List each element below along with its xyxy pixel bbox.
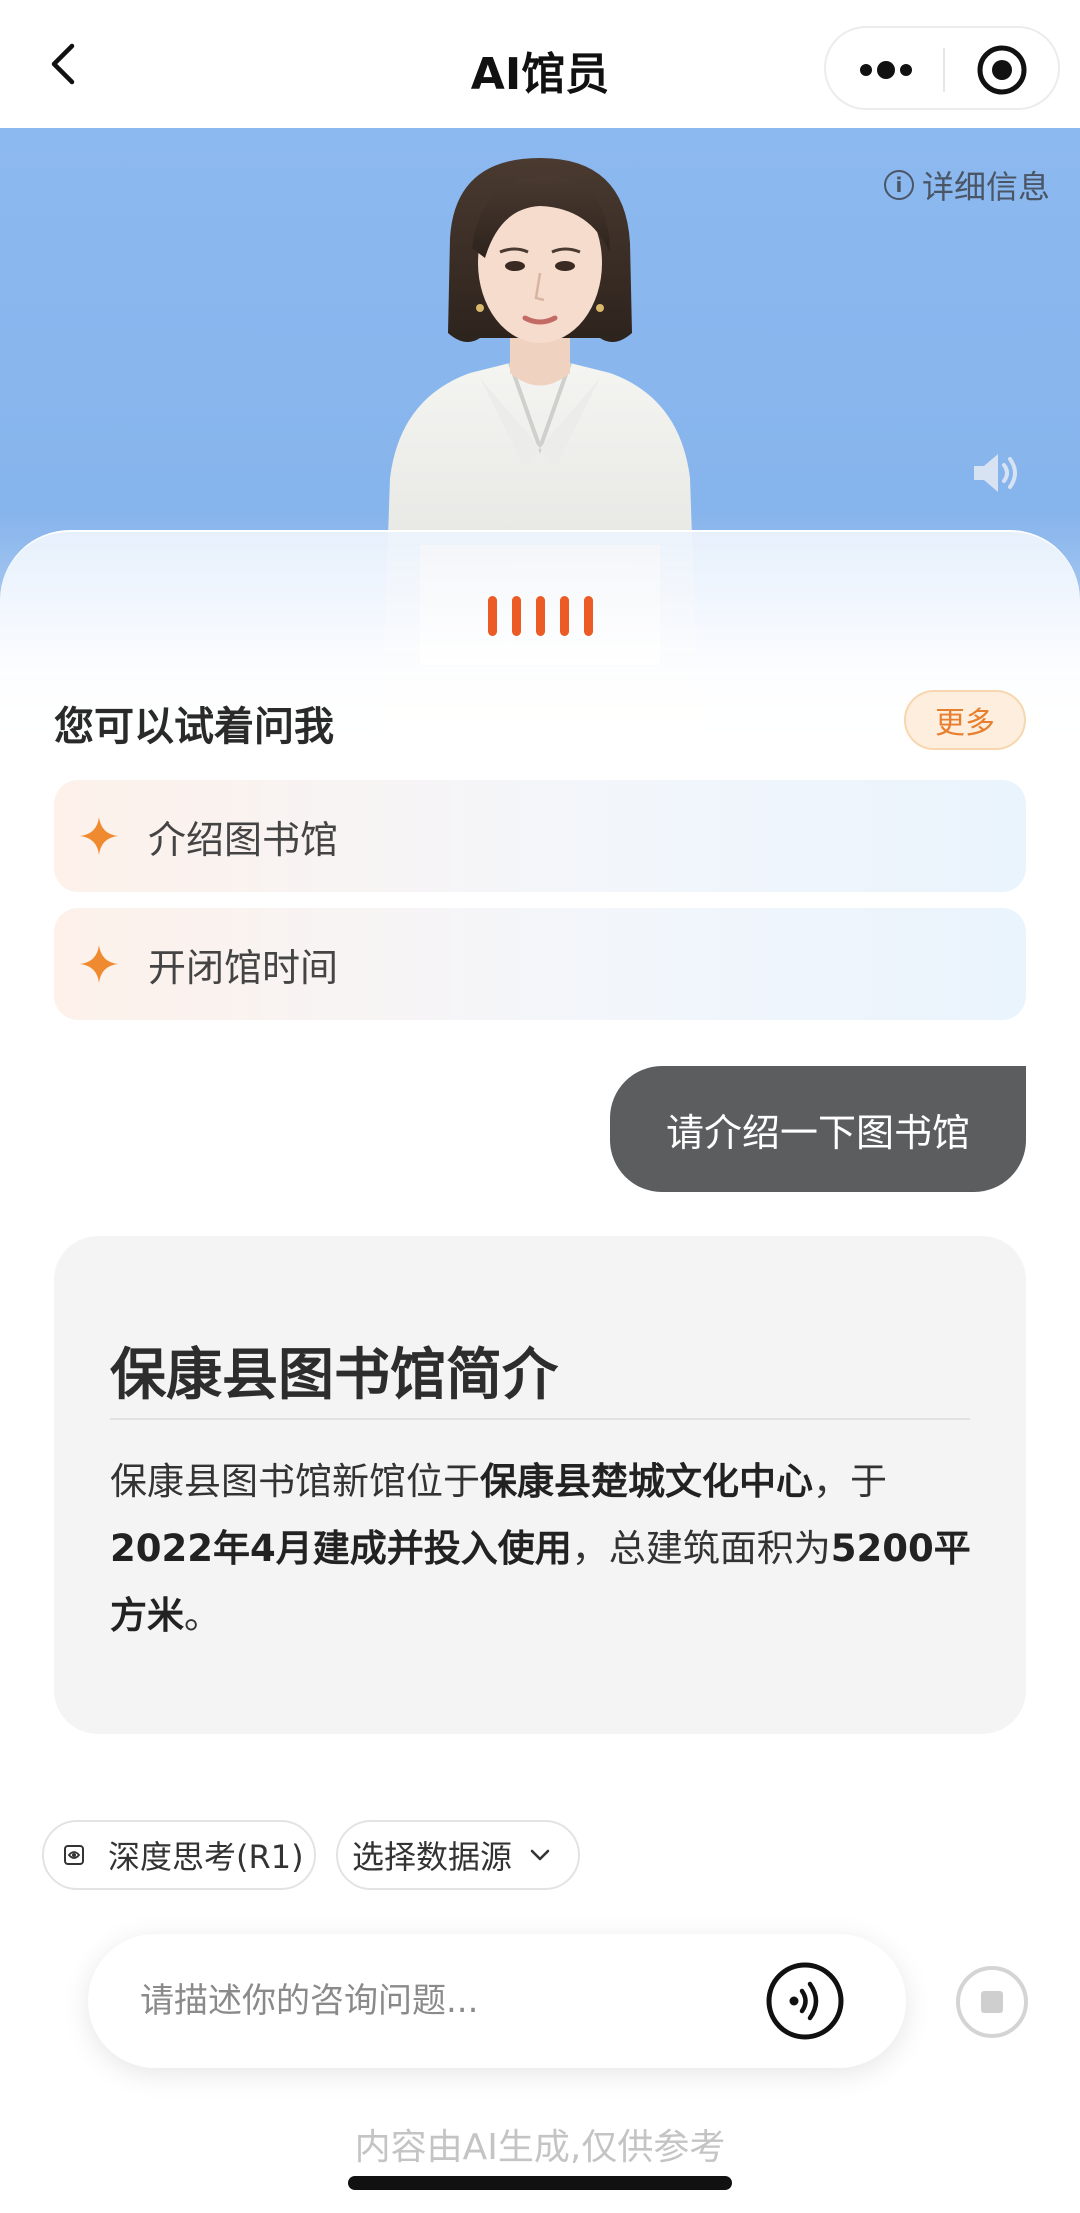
- deep-think-toggle[interactable]: 深度思考(R1): [42, 1820, 316, 1890]
- mini-program-capsule: [824, 26, 1060, 110]
- answer-highlight: 2022年4月建成并投入使用: [110, 1527, 572, 1570]
- stop-icon: [956, 1966, 1028, 2038]
- suggestion-label: 介绍图书馆: [148, 817, 339, 862]
- voice-wave-indicator: [488, 596, 593, 636]
- answer-text: ，总建筑面积为: [571, 1527, 831, 1570]
- ai-disclaimer: 内容由AI生成,仅供参考: [354, 2127, 726, 2168]
- answer-body: 保康县图书馆新馆位于保康县楚城文化中心，于 2022年4月建成并投入使用，总建筑面…: [110, 1448, 980, 1649]
- data-source-select[interactable]: 选择数据源: [336, 1820, 580, 1890]
- message-input-bar: [88, 1934, 906, 2068]
- chevron-down-icon: [530, 1849, 550, 1861]
- home-indicator[interactable]: [348, 2176, 732, 2190]
- more-dots-icon: [860, 61, 912, 79]
- voice-input-button[interactable]: [764, 1960, 846, 2042]
- answer-text: 。: [184, 1594, 221, 1637]
- user-message-bubble: 请介绍一下图书馆: [610, 1066, 1026, 1192]
- stop-button[interactable]: [954, 1964, 1030, 2040]
- sparkle-icon: [80, 817, 118, 855]
- speaker-icon[interactable]: [970, 450, 1024, 496]
- suggestions-title: 您可以试着问我: [54, 704, 334, 750]
- sparkle-icon: [80, 945, 118, 983]
- more-button[interactable]: [846, 48, 926, 92]
- wave-bar: [488, 596, 497, 636]
- ai-answer-card: 保康县图书馆简介 保康县图书馆新馆位于保康县楚城文化中心，于 2022年4月建成并…: [54, 1236, 1026, 1734]
- answer-text: ，于: [813, 1460, 887, 1503]
- answer-highlight: 保康县楚城文化中心: [480, 1460, 813, 1503]
- answer-divider: [110, 1418, 970, 1420]
- capsule-divider: [943, 48, 945, 92]
- info-icon: i: [883, 170, 914, 200]
- suggestion-label: 开闭馆时间: [148, 945, 339, 990]
- app-screen: AI馆员 i 详细信息 您可以试着问我 更多 介绍图书馆 开闭馆时间 请介绍一下…: [0, 0, 1080, 2213]
- close-miniprogram-button[interactable]: [974, 42, 1030, 98]
- detail-info-link[interactable]: i 详细信息: [883, 162, 1050, 208]
- suggestion-item[interactable]: 介绍图书馆: [54, 780, 1026, 892]
- deep-think-icon: [64, 1845, 84, 1865]
- data-source-label: 选择数据源: [352, 1838, 513, 1876]
- detail-info-label: 详细信息: [921, 168, 1050, 206]
- navigation-bar: AI馆员: [0, 0, 1080, 128]
- wave-bar: [560, 596, 569, 636]
- answer-title: 保康县图书馆简介: [110, 1343, 558, 1408]
- voice-wave-icon: [766, 1962, 844, 2040]
- question-input[interactable]: [140, 1968, 740, 2034]
- record-target-icon: [977, 45, 1027, 95]
- more-suggestions-button[interactable]: 更多: [904, 690, 1026, 750]
- wave-bar: [536, 596, 545, 636]
- wave-bar: [512, 596, 521, 636]
- suggestion-item[interactable]: 开闭馆时间: [54, 908, 1026, 1020]
- deep-think-label: 深度思考(R1): [108, 1838, 304, 1876]
- wave-bar: [584, 596, 593, 636]
- answer-text: 保康县图书馆新馆位于: [110, 1460, 480, 1503]
